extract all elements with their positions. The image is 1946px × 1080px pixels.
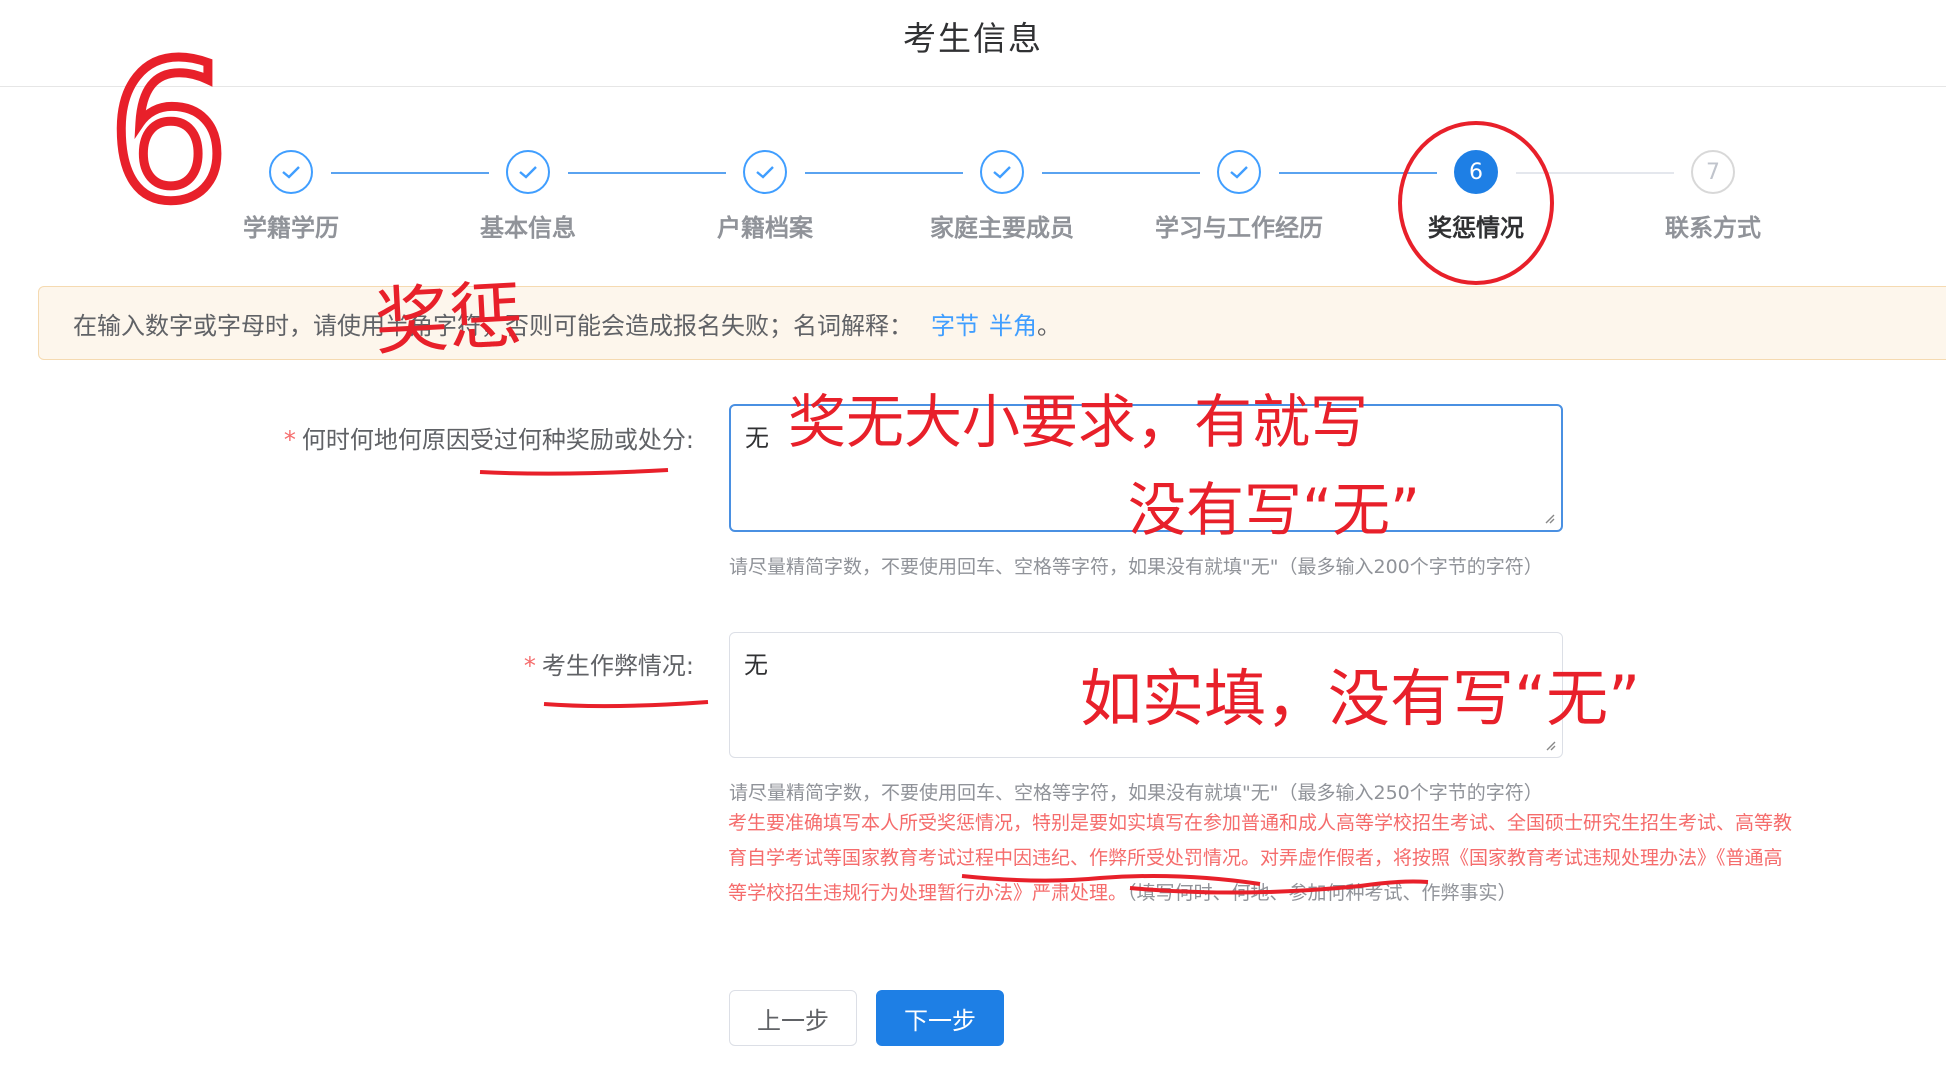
step-2[interactable]: 基本信息 [418,150,638,243]
step-number: 6 [1454,150,1498,194]
check-icon [269,150,313,194]
required-asterisk: * [283,426,296,454]
step-1[interactable]: 学籍学历 [181,150,401,243]
annotation-underline [543,700,709,709]
cheating-textarea[interactable]: 无 [729,632,1563,758]
step-7[interactable]: 7 联系方式 [1603,150,1823,243]
page-header: 考生信息 [0,0,1946,87]
cheating-hint: 请尽量精简字数，不要使用回车、空格等字符，如果没有就填"无"（最多输入250个字… [729,782,1543,804]
rewards-hint: 请尽量精简字数，不要使用回车、空格等字符，如果没有就填"无"（最多输入200个字… [729,556,1543,578]
check-icon [506,150,550,194]
notice-text: 在输入数字或字母时，请使用半角字符，否则可能会造成报名失败；名词解释： [73,311,913,340]
warning-text: 考生要准确填写本人所受奖惩情况，特别是要如实填写在参加普通和成人高等学校招生考试… [728,812,1793,904]
step-label: 学习与工作经历 [1155,214,1323,242]
check-icon [980,150,1024,194]
notice-bar: 在输入数字或字母时，请使用半角字符，否则可能会造成报名失败；名词解释： 字节 半… [38,286,1946,360]
notice-tail: 。 [1037,311,1061,340]
step-label: 家庭主要成员 [930,214,1074,242]
step-3[interactable]: 户籍档案 [655,150,875,243]
check-icon [743,150,787,194]
step-label: 联系方式 [1665,214,1761,242]
link-halfwidth[interactable]: 半角 [989,306,1037,341]
step-5[interactable]: 学习与工作经历 [1129,150,1349,243]
step-label: 户籍档案 [717,214,813,242]
rewards-textarea[interactable]: 无 [729,404,1563,532]
step-4[interactable]: 家庭主要成员 [892,150,1112,243]
check-icon [1217,150,1261,194]
step-label: 学籍学历 [243,214,339,242]
link-bytes[interactable]: 字节 [931,306,979,341]
resize-grip-icon[interactable] [1544,739,1556,751]
progress-steps: 学籍学历 基本信息 户籍档案 家庭主要成员 学习与工作经历 6 奖惩情况 7 联… [0,150,1946,250]
prev-button[interactable]: 上一步 [729,990,857,1046]
resize-grip-icon[interactable] [1543,512,1555,524]
annotation-underline [479,468,669,476]
step-label: 奖惩情况 [1428,214,1524,242]
next-button[interactable]: 下一步 [876,990,1004,1046]
step-label: 基本信息 [480,214,576,242]
rewards-label: * 何时何地何原因受过何种奖励或处分: [283,426,694,454]
step-6[interactable]: 6 奖惩情况 [1366,150,1586,243]
cheating-label: * 考生作弊情况: [523,652,694,680]
warning-note: （填写何时、何地、参加何种考试、作弊事实） [1127,882,1517,904]
cheating-value: 无 [744,651,768,679]
page-title: 考生信息 [903,19,1043,58]
required-asterisk: * [523,652,536,680]
step-number: 7 [1691,150,1735,194]
page: 考生信息 学籍学历 基本信息 户籍档案 家庭主要成员 学习与工作经历 6 奖惩情… [0,0,1946,1080]
rewards-value: 无 [745,424,769,452]
